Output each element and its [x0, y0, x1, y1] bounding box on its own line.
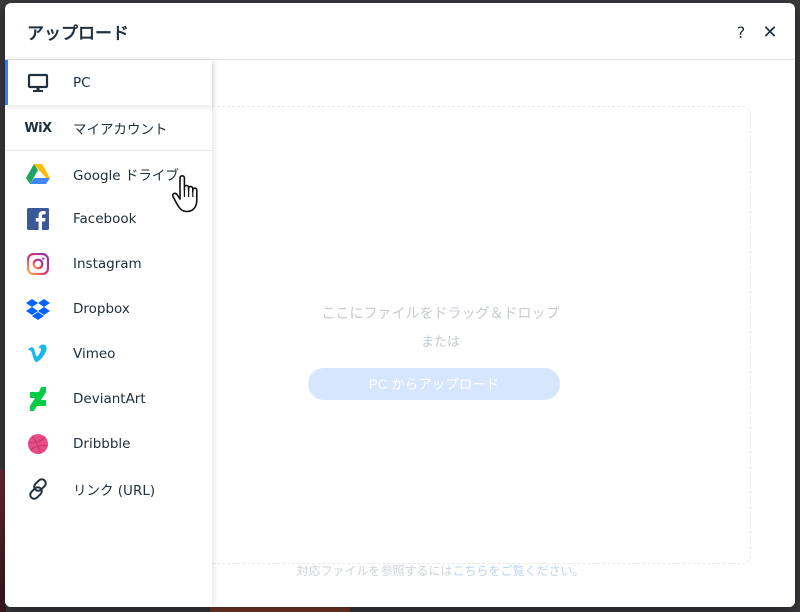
- dialog-header: アップロード ? ✕: [5, 3, 795, 60]
- supported-files-link[interactable]: こちらをご覧ください。: [453, 564, 585, 578]
- supported-files-text: 対応ファイルを参照するには: [296, 564, 453, 578]
- sidebar-item-vimeo[interactable]: Vimeo: [5, 331, 212, 376]
- sidebar-item-deviantart[interactable]: DeviantArt: [5, 376, 212, 421]
- drop-instructions: ここにファイルをドラッグ＆ドロップ: [321, 306, 560, 322]
- deviantart-icon: [25, 386, 51, 412]
- upload-from-pc-button[interactable]: PC からアップロード: [308, 368, 560, 400]
- dropbox-icon: [25, 296, 51, 322]
- sidebar-item-pc[interactable]: PC: [5, 60, 212, 105]
- sidebar-item-label: Dropbox: [73, 300, 130, 317]
- dribbble-icon: [25, 431, 51, 457]
- dialog-title: アップロード: [27, 24, 129, 44]
- sidebar-item-label: Google ドライブ: [73, 167, 179, 184]
- sidebar-item-label: Instagram: [73, 255, 142, 272]
- sidebar-item-label: PC: [73, 74, 91, 91]
- sidebar-item-label: Facebook: [73, 210, 137, 227]
- google-drive-icon: [25, 161, 51, 187]
- sidebar-item-label: DeviantArt: [73, 390, 146, 407]
- close-button[interactable]: ✕: [761, 23, 779, 43]
- sidebar-item-link-url[interactable]: リンク (URL): [5, 466, 212, 511]
- sidebar-item-label: マイアカウント: [73, 121, 168, 138]
- sidebar-item-dropbox[interactable]: Dropbox: [5, 286, 212, 331]
- source-sidebar: PC WiX マイアカウント Google ドライブ Facebook Inst…: [5, 60, 212, 607]
- upload-content: ここにファイルをドラッグ＆ドロップ または PC からアップロード 対応ファイル…: [212, 60, 795, 607]
- sidebar-item-dribbble[interactable]: Dribbble: [5, 421, 212, 466]
- drop-zone[interactable]: ここにファイルをドラッグ＆ドロップ または PC からアップロード 対応ファイル…: [212, 106, 751, 578]
- sidebar-item-my-account[interactable]: WiX マイアカウント: [5, 105, 212, 151]
- sidebar-item-instagram[interactable]: Instagram: [5, 241, 212, 286]
- sidebar-item-label: Vimeo: [73, 345, 116, 362]
- instagram-icon: [25, 251, 51, 277]
- help-button[interactable]: ?: [733, 23, 749, 43]
- or-separator: または: [420, 335, 460, 350]
- vimeo-icon: [25, 341, 51, 367]
- supported-files-note: 対応ファイルを参照するにはこちらをご覧ください。: [212, 562, 669, 579]
- wix-logo-icon: WiX: [24, 120, 52, 136]
- facebook-icon: [25, 206, 51, 232]
- upload-dialog: アップロード ? ✕ PC WiX マイアカウント Google ドライブ Fa…: [5, 3, 795, 607]
- monitor-icon: [25, 70, 51, 96]
- sidebar-item-label: Dribbble: [73, 435, 131, 452]
- link-icon: [25, 476, 51, 502]
- hand-pointer-cursor-icon: [171, 175, 205, 215]
- sidebar-item-label: リンク (URL): [73, 482, 156, 499]
